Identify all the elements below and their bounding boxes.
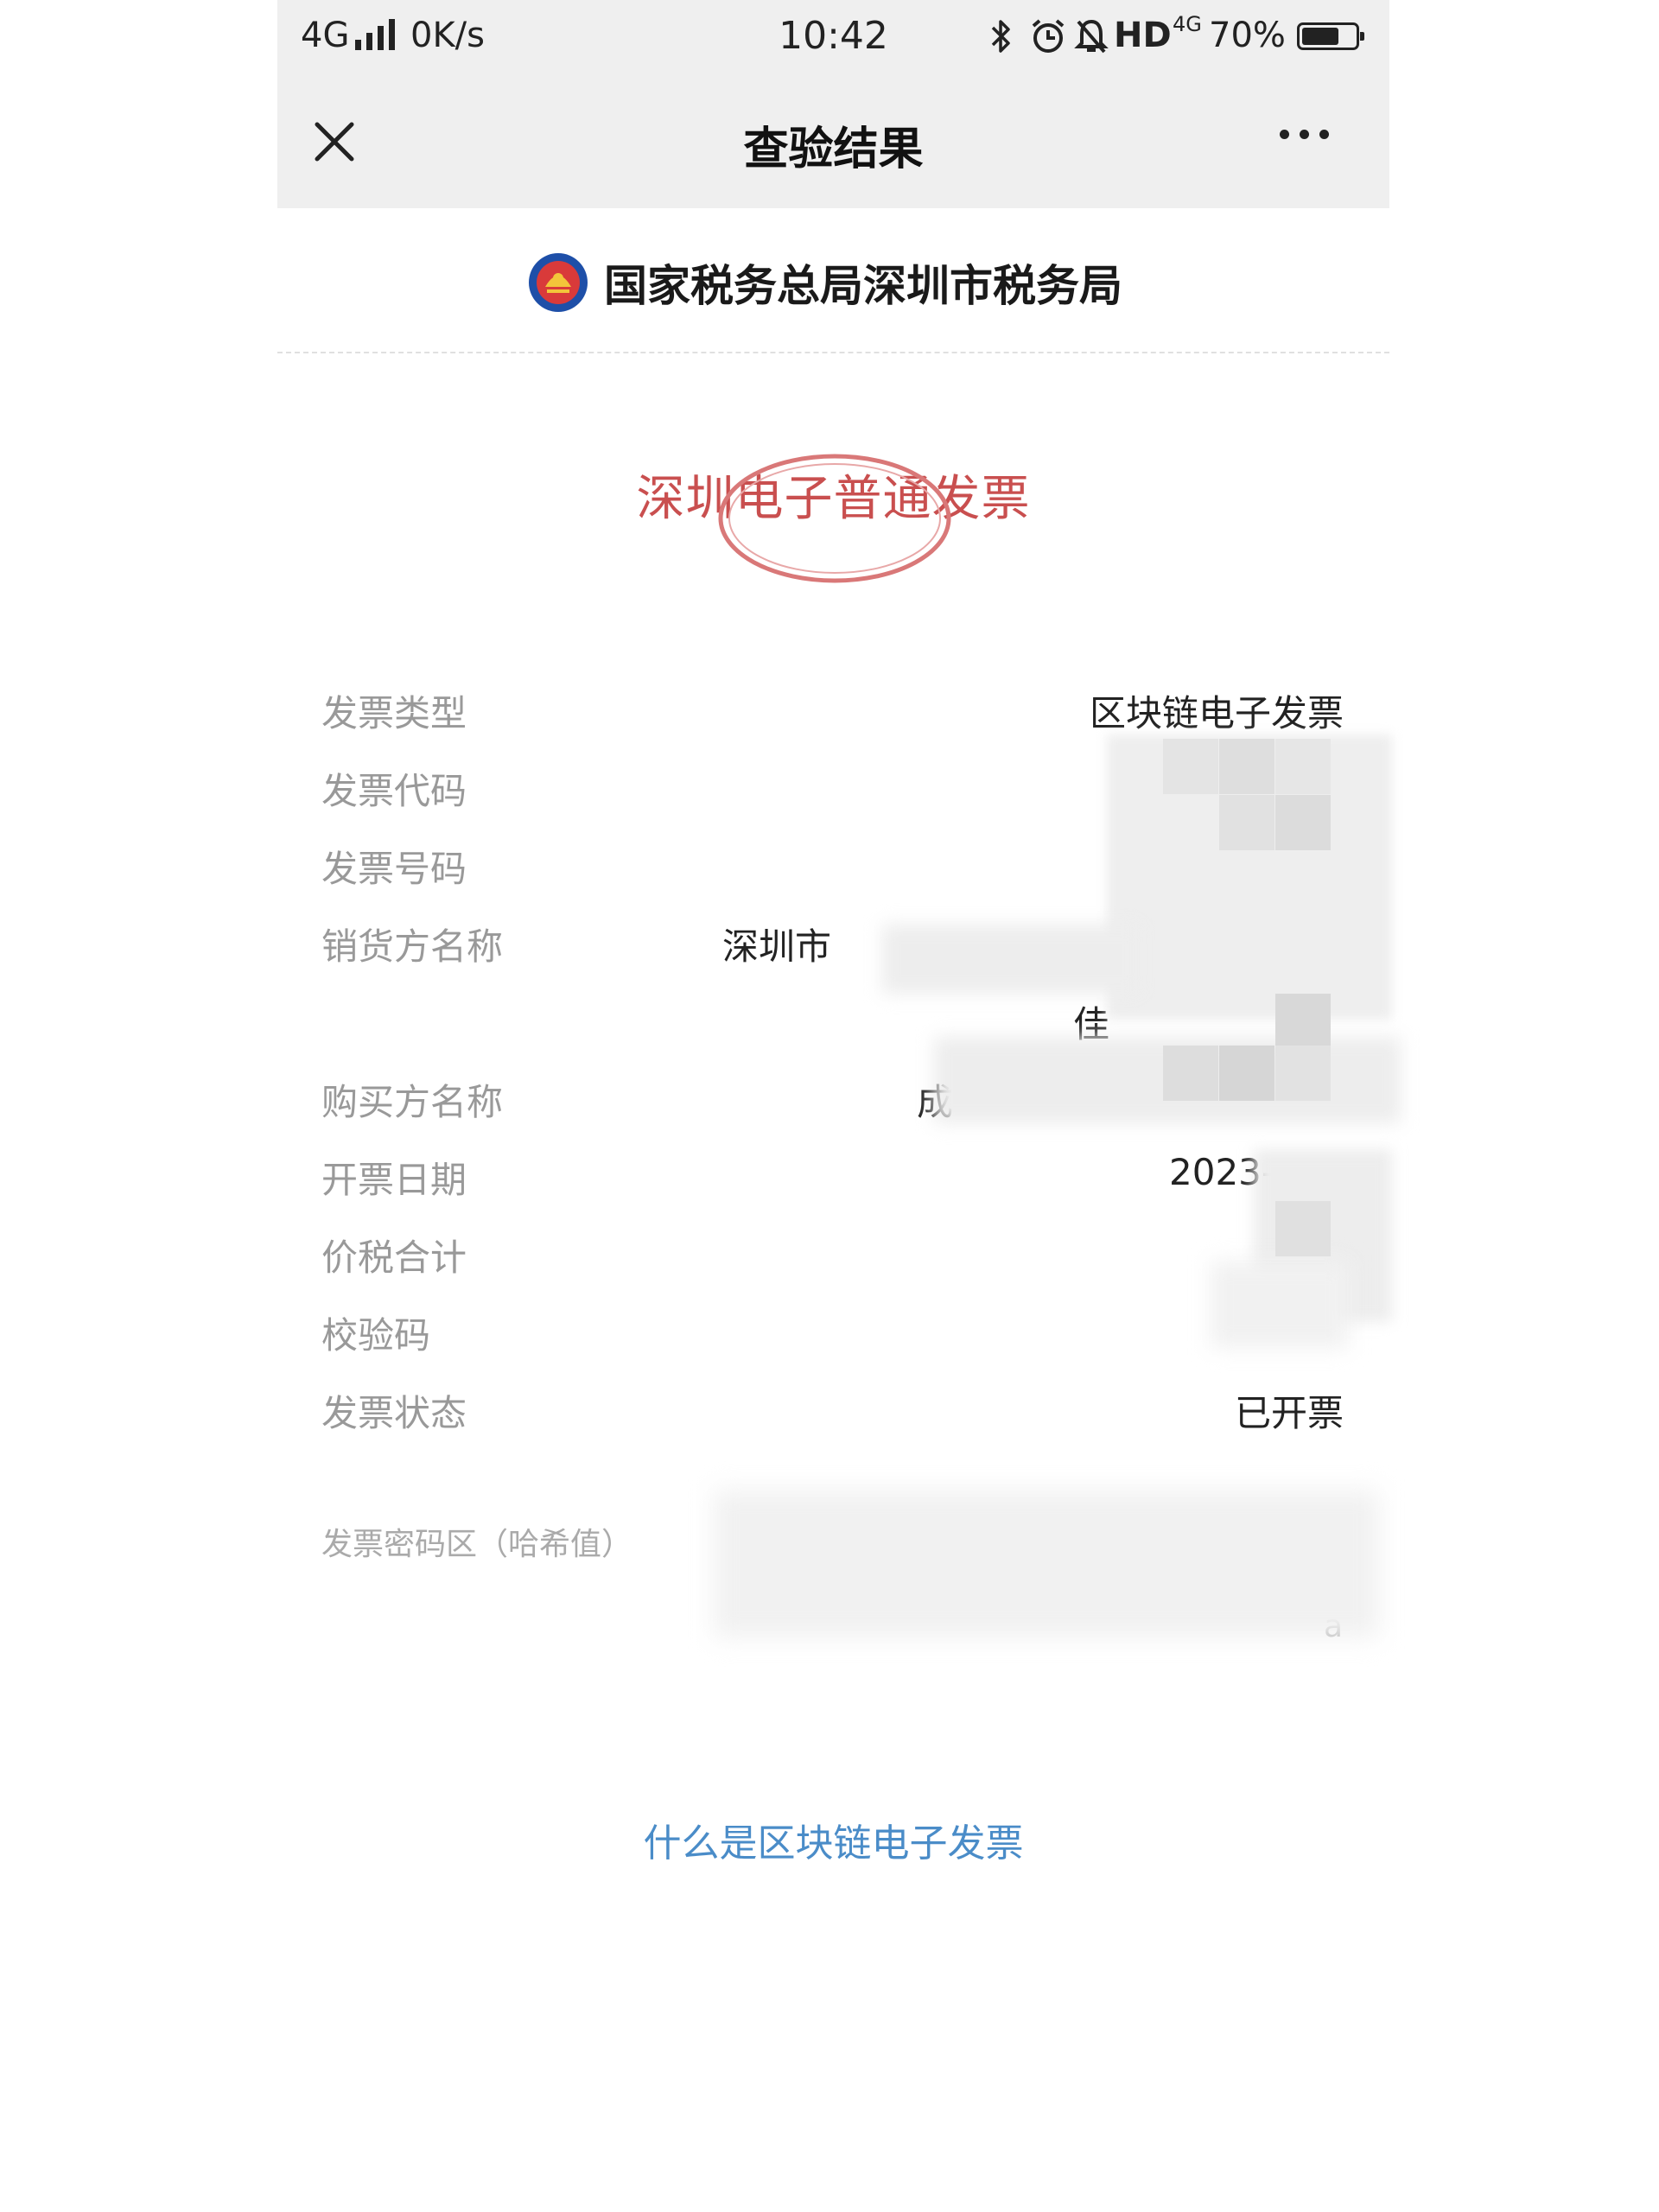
more-icon[interactable] xyxy=(1280,130,1329,139)
issuer-header: 国家税务总局深圳市税务局 xyxy=(277,208,1389,353)
blockchain-invoice-help-link[interactable]: 什么是区块链电子发票 xyxy=(277,1812,1389,1867)
stamp-seal xyxy=(718,454,951,583)
page-title: 查验结果 xyxy=(743,124,924,175)
field-label-invoice-status: 发票状态 xyxy=(321,1392,467,1434)
field-label-invoice-type: 发票类型 xyxy=(321,692,467,734)
field-value-seller-name: 深圳市 xyxy=(722,925,832,968)
hash-label: 发票密码区（哈希值） xyxy=(321,1527,633,1562)
battery-percent: 70% xyxy=(1209,16,1286,55)
bluetooth-icon xyxy=(991,20,1010,53)
alarm-icon xyxy=(1032,19,1065,53)
tax-emblem-icon xyxy=(529,253,588,312)
field-value-invoice-type: 区块链电子发票 xyxy=(1089,692,1344,734)
field-label-issue-date: 开票日期 xyxy=(321,1159,467,1201)
field-label-invoice-code: 发票代码 xyxy=(321,770,467,812)
network-small-icon: 4G xyxy=(1173,12,1202,36)
field-label-buyer-name: 购买方名称 xyxy=(321,1081,504,1123)
nav-bar: 查验结果 xyxy=(277,76,1389,208)
field-label-seller-name: 销货方名称 xyxy=(321,925,504,968)
field-label-check-code: 校验码 xyxy=(321,1314,431,1357)
field-label-invoice-number: 发票号码 xyxy=(321,848,467,890)
mute-bell-icon xyxy=(1074,19,1109,54)
phone-screen: 4G 0K/s 10:42 HD 4G 70% 查验结果 国家税务总局深圳市税务… xyxy=(277,0,1401,2212)
status-bar: 4G 0K/s 10:42 HD 4G 70% xyxy=(277,0,1389,76)
field-value-invoice-status: 已开票 xyxy=(1234,1392,1344,1434)
issuer-name: 国家税务总局深圳市税务局 xyxy=(604,261,1122,311)
battery-icon xyxy=(1297,22,1364,50)
hd-indicator: HD xyxy=(1114,16,1172,55)
field-label-total-amount: 价税合计 xyxy=(321,1236,467,1279)
